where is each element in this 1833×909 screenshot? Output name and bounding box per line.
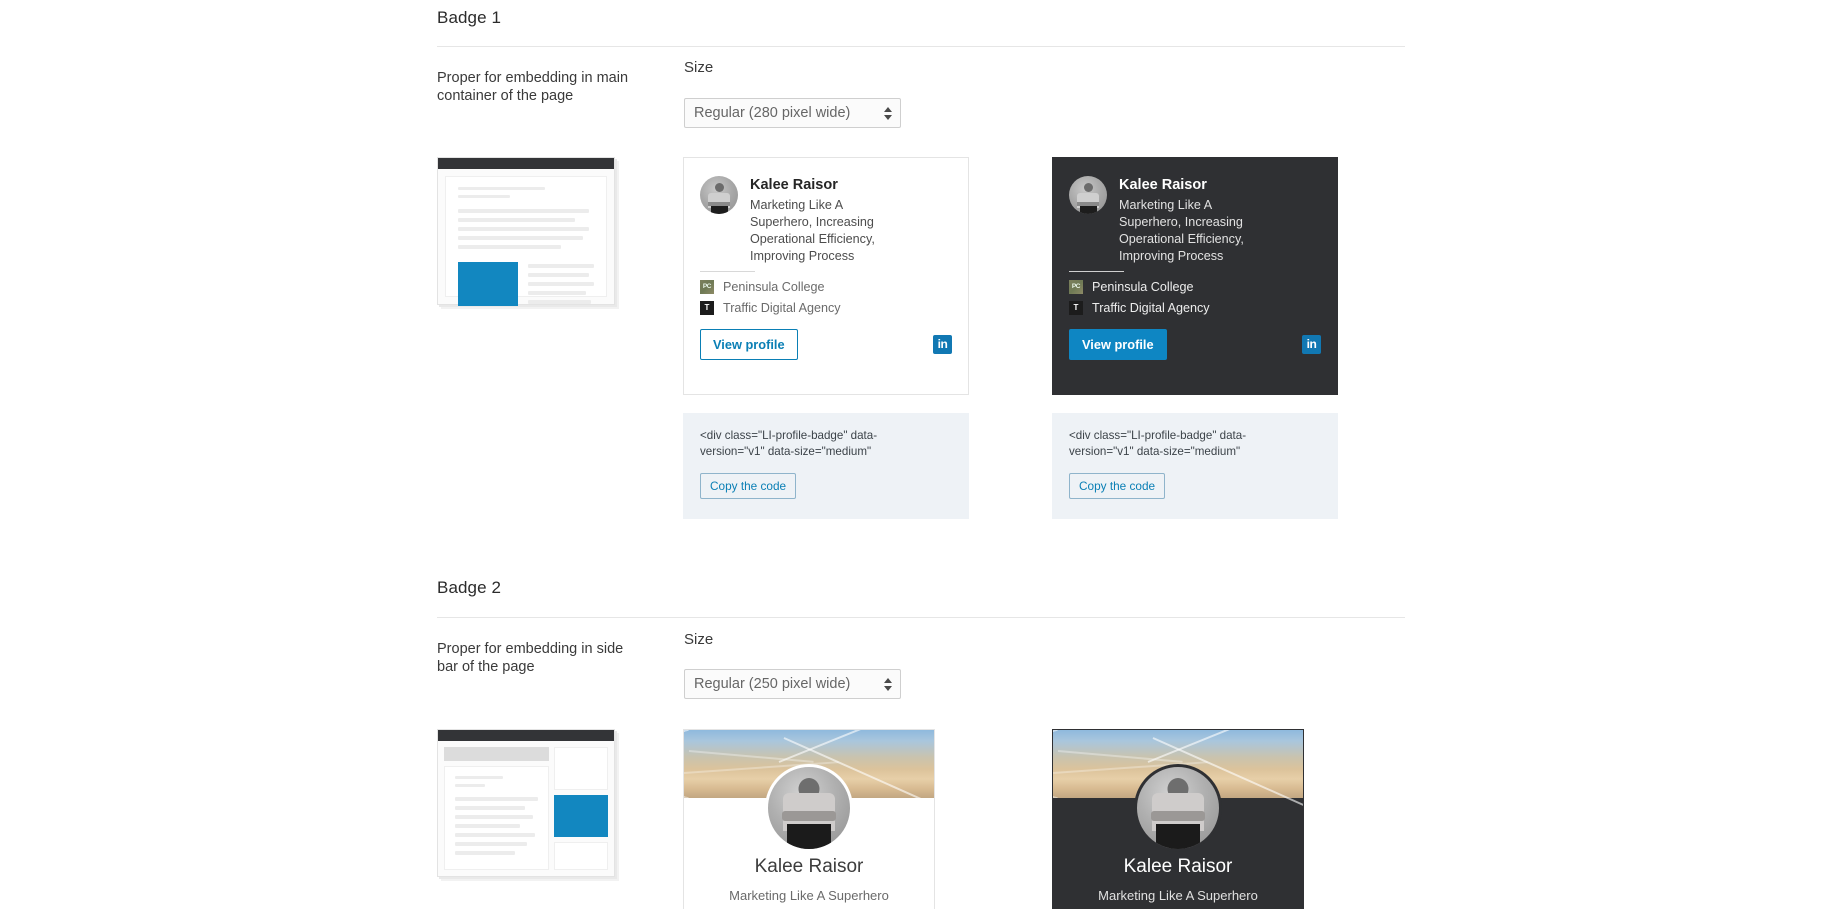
profile-badge-dark[interactable]: Kalee Raisor Marketing Like A Superhero,… — [1052, 157, 1338, 395]
organization-row: Peninsula College — [1069, 279, 1321, 294]
size-select-2-value: Regular (250 pixel wide) — [694, 676, 851, 692]
section-description-1: Proper for embedding in main container o… — [437, 70, 629, 104]
linkedin-logo-icon: in — [1302, 334, 1321, 354]
wireframe-body — [438, 169, 614, 306]
traffic-digital-agency-logo-icon — [1069, 300, 1083, 315]
chevron-updown-icon — [882, 674, 894, 694]
profile-headline: Marketing Like A Superhero — [1098, 888, 1258, 903]
size-select-2[interactable]: Regular (250 pixel wide) — [684, 669, 901, 699]
profile-headline: Marketing Like A Superhero, Increasing O… — [1119, 197, 1244, 263]
size-label-1: Size — [684, 59, 714, 76]
traffic-digital-agency-logo-icon — [700, 300, 714, 315]
wireframe-badge-placeholder — [554, 795, 608, 837]
profile-name: Kalee Raisor — [754, 856, 864, 877]
organizations-list: Peninsula College Traffic Digital Agency — [700, 279, 952, 315]
badge-builder-page: Badge 1 Proper for embedding in main con… — [0, 0, 1833, 909]
organization-name: Traffic Digital Agency — [723, 300, 841, 315]
avatar — [765, 764, 853, 852]
profile-name: Kalee Raisor — [750, 177, 838, 193]
profile-name: Kalee Raisor — [1119, 177, 1207, 193]
size-select-1[interactable]: Regular (280 pixel wide) — [684, 98, 901, 128]
view-profile-button[interactable]: View profile — [700, 328, 798, 360]
wireframe-sheet — [445, 176, 607, 306]
avatar — [700, 176, 738, 214]
size-select-1-value: Regular (280 pixel wide) — [694, 105, 851, 121]
layout-preview-sidebar — [437, 729, 615, 877]
profile-badge-vertical-light[interactable]: Kalee Raisor Marketing Like A Superhero — [683, 729, 935, 909]
profile-name: Kalee Raisor — [1123, 856, 1233, 877]
organization-name: Traffic Digital Agency — [1092, 300, 1210, 315]
layout-preview-main-container — [437, 157, 615, 306]
badge-footer: View profile in — [1069, 328, 1321, 360]
divider — [700, 270, 755, 272]
avatar — [1069, 176, 1107, 214]
embed-code-box-light: <div class="LI-profile-badge" data-versi… — [683, 413, 969, 519]
profile-headline: Marketing Like A Superhero — [729, 888, 889, 903]
embed-code-text: <div class="LI-profile-badge" data-versi… — [1069, 429, 1247, 458]
badge-footer: View profile in — [700, 328, 952, 360]
badge-header: Kalee Raisor Marketing Like A Superhero,… — [1069, 176, 1321, 265]
peninsula-college-logo-icon — [700, 279, 714, 294]
organization-name: Peninsula College — [1092, 279, 1194, 294]
section-description-2: Proper for embedding in side bar of the … — [437, 641, 624, 675]
copy-code-button[interactable]: Copy the code — [1069, 473, 1166, 500]
organization-row: Traffic Digital Agency — [1069, 300, 1321, 315]
section-divider-2 — [437, 617, 1405, 618]
wireframe-body — [438, 741, 614, 876]
profile-headline: Marketing Like A Superhero, Increasing O… — [750, 197, 875, 263]
section-divider-1 — [437, 46, 1405, 47]
wireframe-badge-placeholder — [458, 262, 518, 306]
divider — [1069, 270, 1124, 272]
avatar — [1134, 764, 1222, 852]
wireframe-titlebar — [438, 158, 614, 169]
section-title-badge-1: Badge 1 — [437, 8, 502, 27]
embed-code-box-dark: <div class="LI-profile-badge" data-versi… — [1052, 413, 1338, 519]
wireframe-hero — [444, 747, 550, 761]
profile-badge-vertical-dark[interactable]: Kalee Raisor Marketing Like A Superhero — [1052, 729, 1304, 909]
embed-code-text: <div class="LI-profile-badge" data-versi… — [700, 429, 878, 458]
copy-code-button[interactable]: Copy the code — [700, 473, 797, 500]
organizations-list: Peninsula College Traffic Digital Agency — [1069, 279, 1321, 315]
organization-row: Traffic Digital Agency — [700, 300, 952, 315]
peninsula-college-logo-icon — [1069, 279, 1083, 294]
organization-row: Peninsula College — [700, 279, 952, 294]
organization-name: Peninsula College — [723, 279, 825, 294]
profile-badge-light[interactable]: Kalee Raisor Marketing Like A Superhero,… — [683, 157, 969, 395]
size-label-2: Size — [684, 631, 714, 648]
view-profile-button[interactable]: View profile — [1069, 328, 1167, 360]
linkedin-logo-icon: in — [933, 334, 952, 354]
section-title-badge-2: Badge 2 — [437, 578, 502, 597]
badge-header: Kalee Raisor Marketing Like A Superhero,… — [700, 176, 952, 265]
wireframe-titlebar — [438, 730, 614, 741]
chevron-updown-icon — [882, 103, 894, 123]
